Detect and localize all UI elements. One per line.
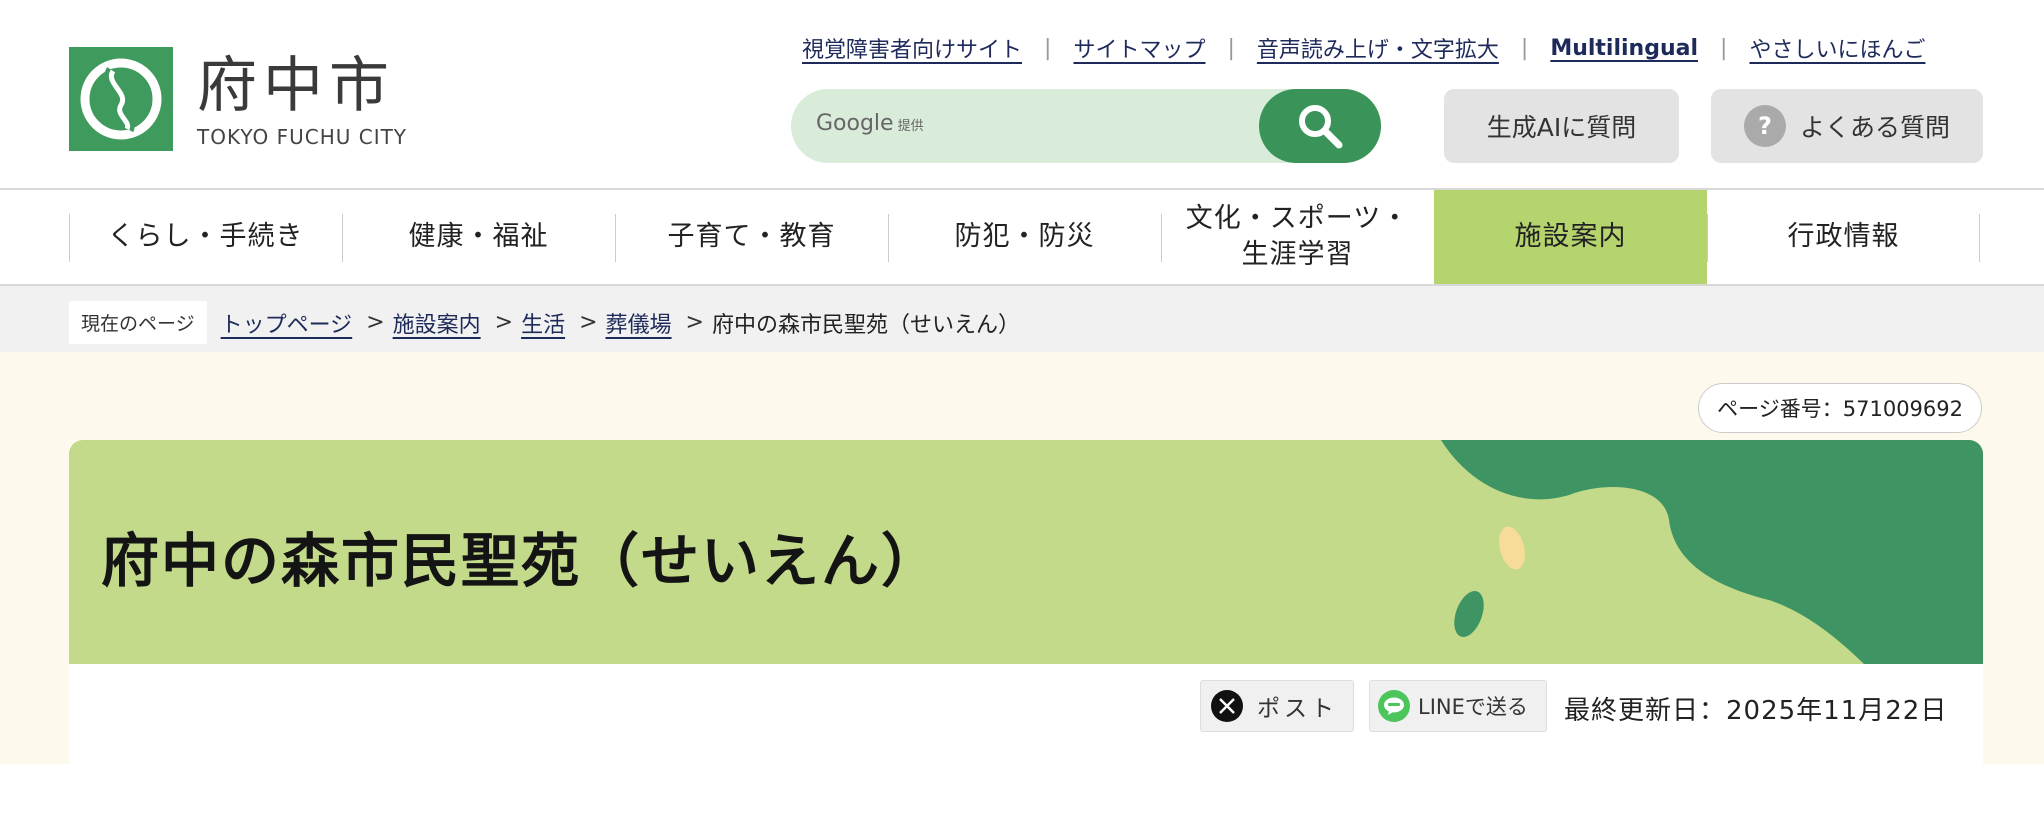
ask-ai-button[interactable]: 生成AIに質問 [1444, 89, 1679, 163]
faq-button[interactable]: ? よくある質問 [1711, 89, 1983, 163]
separator: | [1044, 35, 1052, 61]
search-icon [1299, 105, 1343, 149]
last-updated: 最終更新日：2025年11月22日 [1564, 696, 1948, 726]
breadcrumb-label: 現在のページ [69, 301, 207, 344]
site-header: 府中市 TOKYO FUCHU CITY 視覚障害者向けサイト | サイトマップ… [0, 0, 2044, 190]
breadcrumb-link-facilities[interactable]: 施設案内 [393, 307, 481, 339]
nav-item-culture-line2: 生涯学習 [1241, 239, 1354, 270]
faq-label: よくある質問 [1799, 113, 1950, 142]
global-nav: くらし・手続き 健康・福祉 子育て・教育 防犯・防災 文化・スポーツ・ 生涯学習 … [0, 188, 2044, 286]
page-title-banner: 府中の森市民聖苑（せいえん） [69, 440, 1983, 664]
line-logo-icon [1378, 690, 1410, 722]
chevron-right-icon: > [579, 310, 598, 335]
link-easy-japanese[interactable]: やさしいにほんご [1749, 32, 1925, 64]
nav-item-health[interactable]: 健康・福祉 [342, 190, 615, 284]
google-suffix: 提供 [897, 119, 924, 134]
breadcrumb-link-top[interactable]: トップページ [221, 307, 353, 339]
question-icon: ? [1743, 105, 1786, 147]
search-input[interactable]: Google 提供 [816, 111, 924, 136]
breadcrumb-link-funeral[interactable]: 葬儀場 [606, 307, 672, 339]
nav-item-safety[interactable]: 防犯・防災 [888, 190, 1161, 284]
utility-links: 視覚障害者向けサイト | サイトマップ | 音声読み上げ・文字拡大 | Mult… [802, 32, 1925, 64]
site-logo[interactable]: 府中市 TOKYO FUCHU CITY [69, 47, 407, 151]
share-x-label: ポスト [1257, 696, 1338, 722]
separator: | [1227, 35, 1235, 61]
breadcrumb-link-living[interactable]: 生活 [521, 307, 565, 339]
page-info-bar: ポスト LINEで送る 最終更新日：2025年11月22日 [69, 664, 1983, 764]
share-x-button[interactable]: ポスト [1200, 680, 1354, 732]
breadcrumb: 現在のページ トップページ > 施設案内 > 生活 > 葬儀場 > 府中の森市民… [0, 286, 2044, 352]
chevron-right-icon: > [366, 310, 385, 335]
nav-item-facilities[interactable]: 施設案内 [1434, 190, 1707, 284]
separator: | [1520, 35, 1529, 61]
nav-item-culture[interactable]: 文化・スポーツ・ 生涯学習 [1161, 190, 1434, 284]
main-content: ページ番号：571009692 府中の森市民聖苑（せいえん） ポスト LINEで… [0, 352, 2044, 764]
link-text-to-speech[interactable]: 音声読み上げ・文字拡大 [1257, 32, 1499, 64]
link-multilingual[interactable]: Multilingual [1550, 36, 1698, 61]
share-line-button[interactable]: LINEで送る [1369, 680, 1547, 732]
nav-item-childcare[interactable]: 子育て・教育 [615, 190, 888, 284]
nav-item-living[interactable]: くらし・手続き [69, 190, 342, 284]
breadcrumb-current: 府中の森市民聖苑（せいえん） [711, 312, 1020, 338]
city-emblem-icon [69, 47, 173, 151]
search-box[interactable]: Google 提供 [791, 89, 1381, 163]
separator: | [1720, 35, 1728, 61]
nav-item-culture-line1: 文化・スポーツ・ [1185, 203, 1410, 234]
link-visually-impaired[interactable]: 視覚障害者向けサイト [802, 32, 1022, 64]
search-button[interactable] [1259, 89, 1381, 163]
x-logo-icon [1211, 690, 1243, 722]
logo-name-en: TOKYO FUCHU CITY [197, 125, 408, 149]
google-label: Google [816, 111, 894, 136]
nav-item-administration[interactable]: 行政情報 [1707, 190, 1980, 284]
page-title: 府中の森市民聖苑（せいえん） [101, 527, 942, 595]
page-number-badge: ページ番号：571009692 [1698, 383, 1982, 433]
chevron-right-icon: > [685, 310, 704, 335]
share-line-label: LINEで送る [1418, 695, 1528, 719]
chevron-right-icon: > [494, 310, 514, 335]
logo-name-jp: 府中市 [197, 51, 395, 121]
link-sitemap[interactable]: サイトマップ [1073, 32, 1205, 64]
